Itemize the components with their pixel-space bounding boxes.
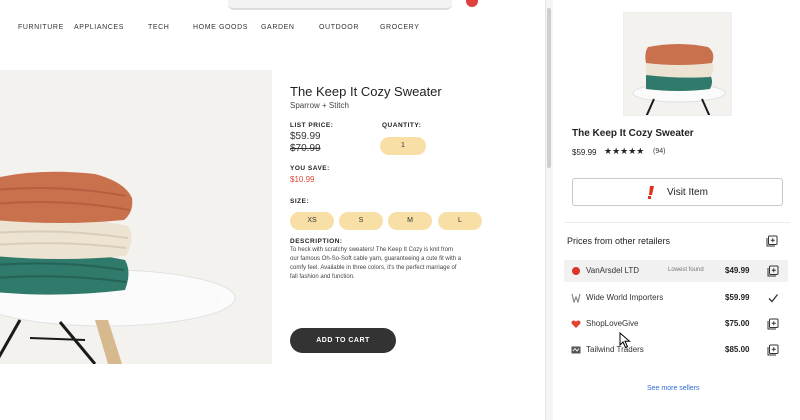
vanarsdel-logo-icon <box>572 267 580 275</box>
nav-item-garden[interactable]: GARDEN <box>261 24 295 31</box>
quantity-field[interactable]: 1 <box>380 137 426 155</box>
retailer-price: $85.00 <box>725 345 750 354</box>
retailer-row[interactable]: Tailwind Traders $85.00 <box>564 339 788 361</box>
retailer-row[interactable]: Wide World Importers $59.99 <box>564 287 788 309</box>
quantity-label: QUANTITY: <box>382 122 422 129</box>
add-to-cart-button[interactable]: ADD TO CART <box>290 328 396 353</box>
product-title: The Keep It Cozy Sweater <box>290 84 442 99</box>
nav-item-grocery[interactable]: GROCERY <box>380 24 419 31</box>
retailer-name: VanArsdel LTD <box>586 266 640 275</box>
retailer-name: ShopLoveGive <box>586 319 639 328</box>
add-to-collection-icon[interactable] <box>766 235 778 247</box>
size-option-xs[interactable]: XS <box>290 212 334 230</box>
add-to-collection-icon[interactable] <box>767 318 779 330</box>
size-option-l[interactable]: L <box>438 212 482 230</box>
add-to-collection-icon[interactable] <box>767 265 779 277</box>
section-divider <box>564 222 790 223</box>
other-retailers-heading: Prices from other retailers <box>567 236 671 246</box>
retailer-row[interactable]: VanArsdel LTD Lowest found $49.99 <box>564 260 788 282</box>
category-nav: FURNITURE APPLIANCES TECH HOME GOODS GAR… <box>0 24 548 36</box>
size-option-m[interactable]: M <box>388 212 432 230</box>
description-label: DESCRIPTION: <box>290 238 343 245</box>
current-price: $59.99 <box>290 131 321 142</box>
retailer-name: Tailwind Traders <box>586 345 644 354</box>
list-price-label: LIST PRICE: <box>290 122 334 129</box>
visit-item-button[interactable]: Visit Item <box>572 178 783 206</box>
retailer-price: $75.00 <box>725 319 750 328</box>
retailer-price: $49.99 <box>725 266 750 275</box>
shopping-panel: The Keep It Cozy Sweater $59.99 ★★★★★ (9… <box>554 0 800 420</box>
add-to-collection-icon[interactable] <box>767 344 779 356</box>
size-label: SIZE: <box>290 198 310 205</box>
checkmark-icon[interactable] <box>767 292 779 304</box>
original-price: $70.99 <box>290 143 321 154</box>
review-count[interactable]: (94) <box>653 148 665 155</box>
product-thumbnail <box>623 12 732 116</box>
product-description: To heck with scratchy sweaters! The Keep… <box>290 247 462 280</box>
you-save-value: $10.99 <box>290 175 315 184</box>
nav-item-furniture[interactable]: FURNITURE <box>18 24 64 31</box>
retailer-name: Wide World Importers <box>586 293 664 302</box>
nav-item-tech[interactable]: TECH <box>148 24 169 31</box>
heart-logo-icon <box>571 320 581 328</box>
star-rating-icon: ★★★★★ <box>604 146 645 156</box>
retailer-row[interactable]: ShopLoveGive $75.00 <box>564 313 788 335</box>
tailwind-traders-logo-icon <box>571 346 581 354</box>
mouse-cursor-icon <box>619 332 631 349</box>
nav-item-appliances[interactable]: APPLIANCES <box>74 24 124 31</box>
visit-item-label: Visit Item <box>667 187 708 198</box>
product-page: FURNITURE APPLIANCES TECH HOME GOODS GAR… <box>0 0 548 420</box>
panel-product-title: The Keep It Cozy Sweater <box>572 128 694 139</box>
wide-world-importers-logo-icon <box>571 293 581 303</box>
panel-price: $59.99 <box>572 148 597 157</box>
scrollbar-thumb[interactable] <box>547 8 551 168</box>
search-bar[interactable] <box>228 0 452 10</box>
see-more-sellers-link[interactable]: See more sellers <box>647 385 700 392</box>
product-image <box>0 70 272 364</box>
lowest-found-badge: Lowest found <box>668 267 704 273</box>
nav-item-outdoor[interactable]: OUTDOOR <box>319 24 359 31</box>
notification-dot <box>466 0 478 7</box>
you-save-label: YOU SAVE: <box>290 165 330 172</box>
retailer-price: $59.99 <box>725 293 750 302</box>
size-option-s[interactable]: S <box>339 212 383 230</box>
nav-item-home-goods[interactable]: HOME GOODS <box>193 24 248 31</box>
product-brand: Sparrow + Stitch <box>290 101 349 110</box>
app-window: FURNITURE APPLIANCES TECH HOME GOODS GAR… <box>0 0 800 420</box>
exclamation-icon <box>648 186 654 199</box>
